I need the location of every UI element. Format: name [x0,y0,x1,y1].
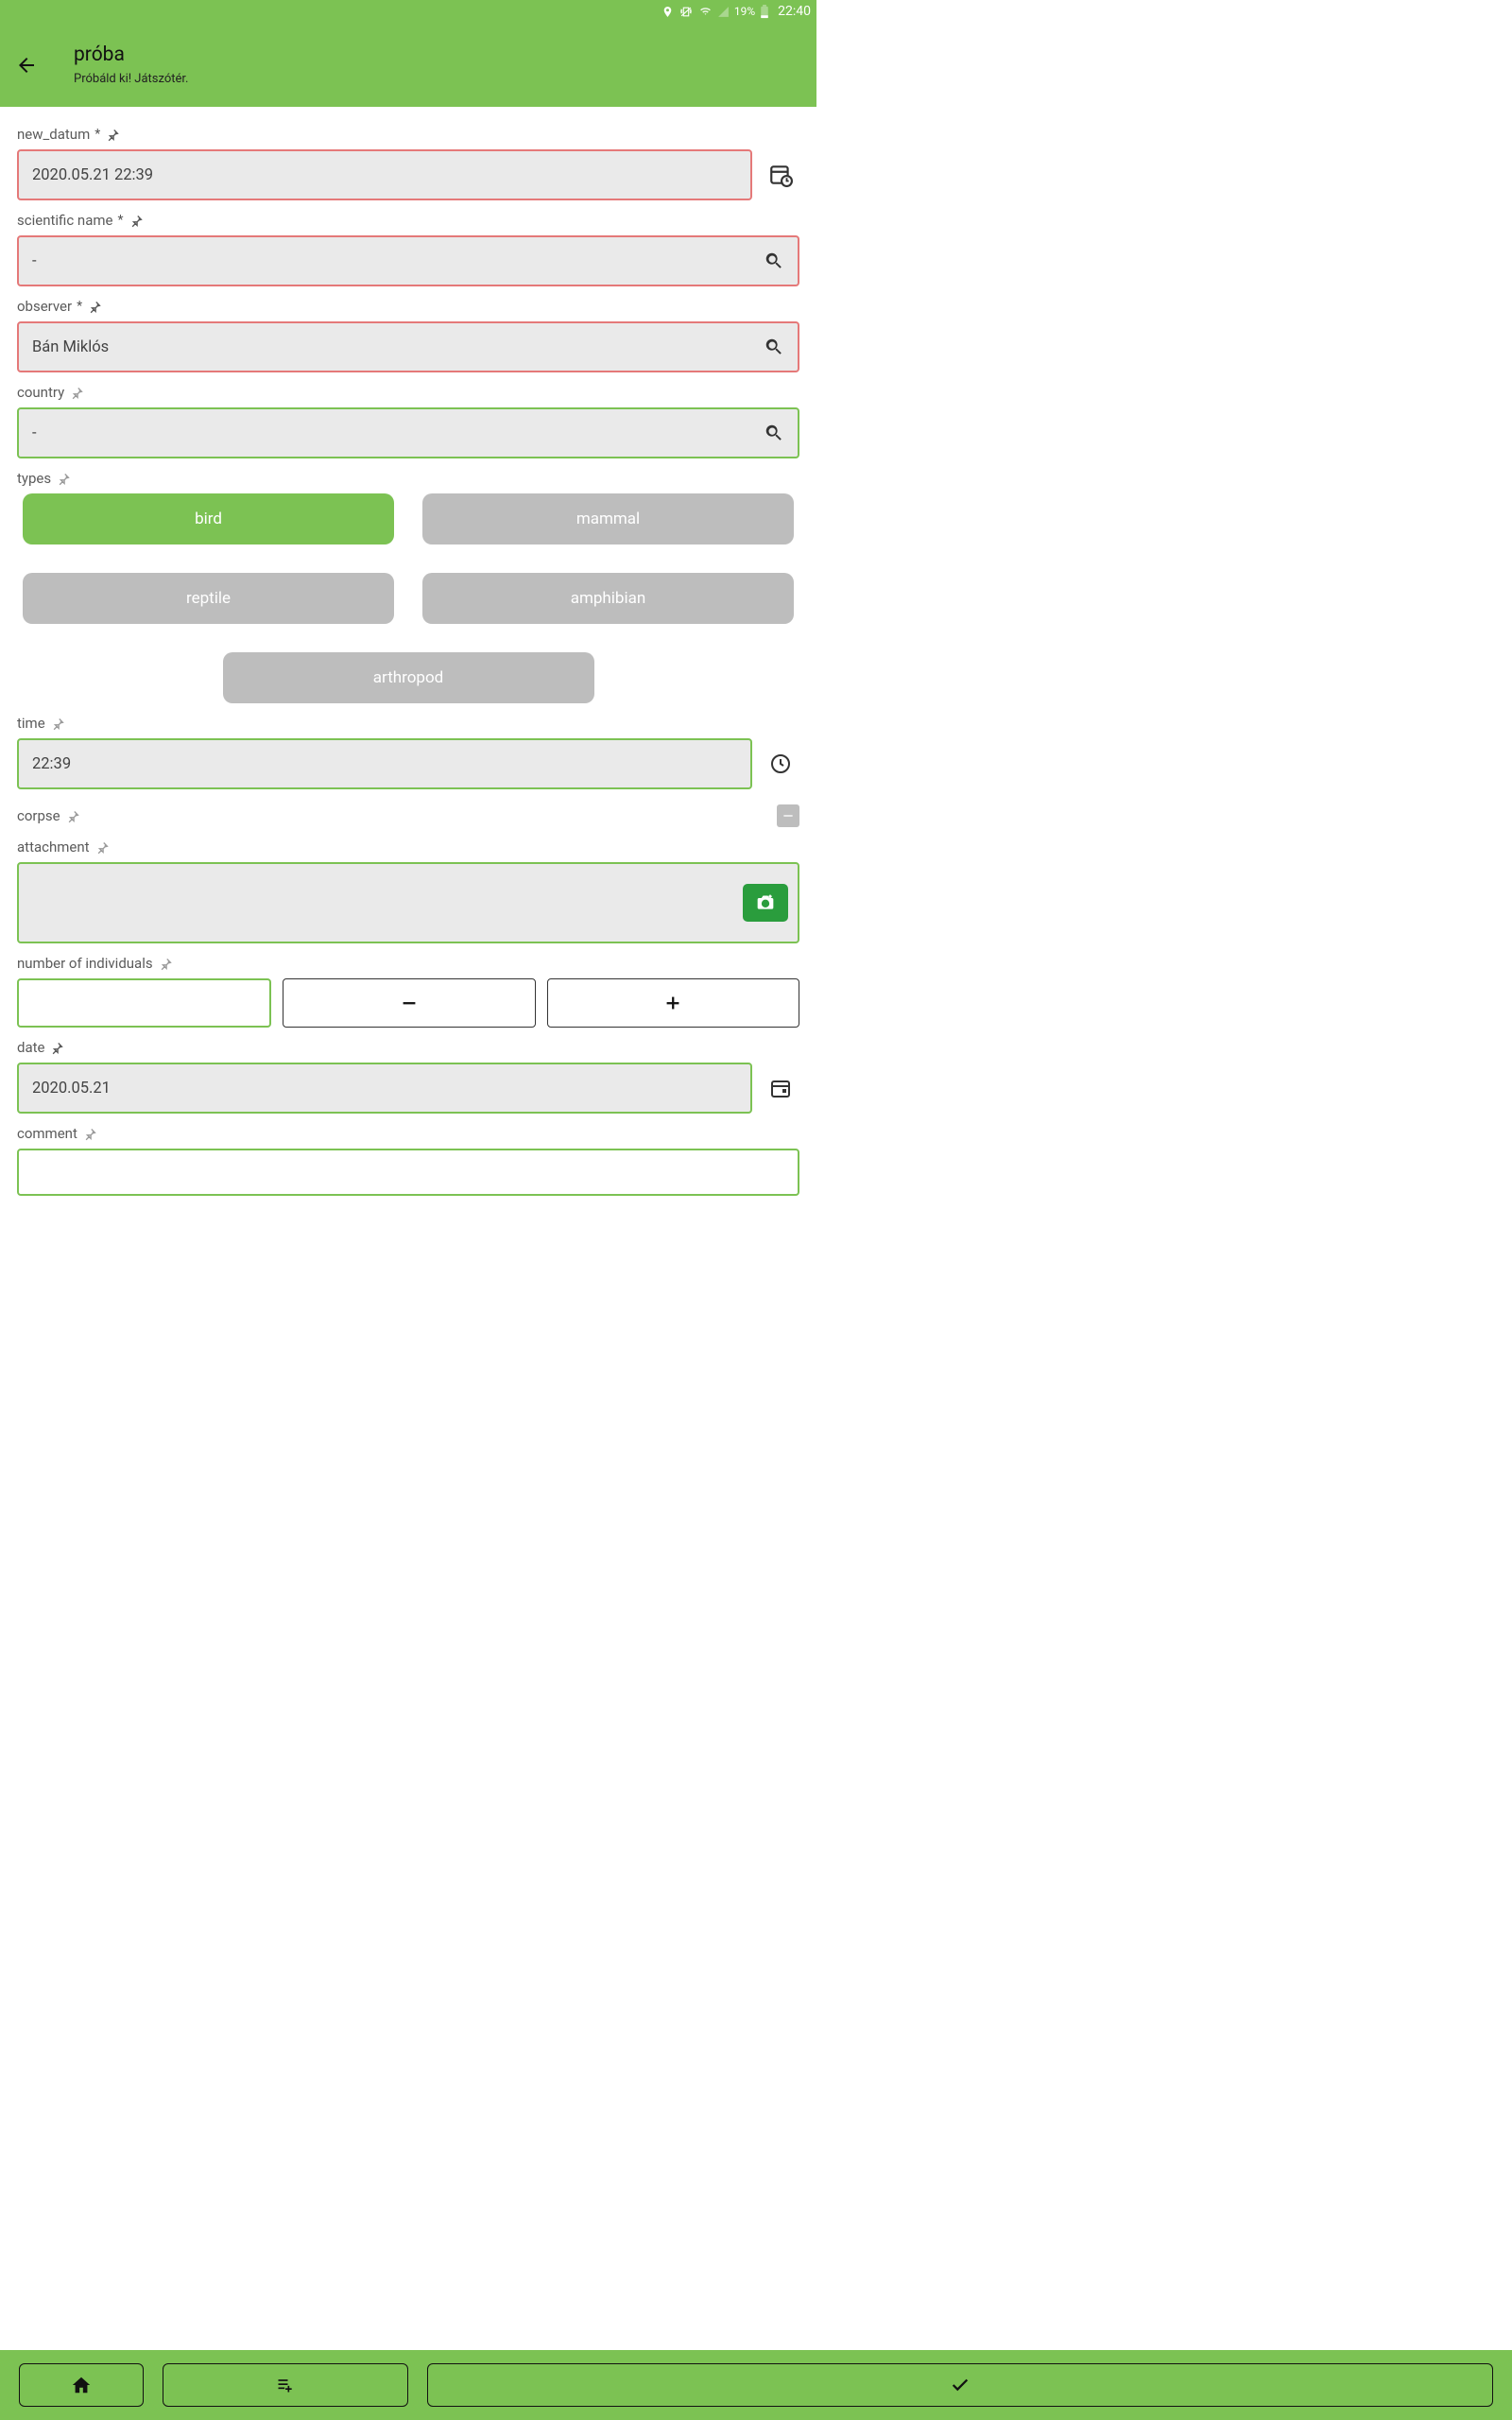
types-chip-group: bird mammal reptile amphibian arthropod [17,493,799,703]
label-new-datum: new_datum* [17,126,799,143]
label-noi: number of individuals [17,955,799,972]
pin-icon[interactable] [106,128,120,142]
page-title: próba [74,43,188,66]
date-picker-button[interactable] [762,1077,799,1099]
signal-icon [717,6,730,18]
bottom-bar [0,2350,1512,2420]
label-corpse: corpse [17,807,80,824]
pin-icon[interactable] [129,214,144,228]
page-subtitle: Próbáld ki! Játszótér. [74,72,188,86]
new-datum-input[interactable]: 2020.05.21 22:39 [17,149,752,200]
label-comment: comment [17,1125,799,1142]
pin-icon[interactable] [95,840,110,855]
time-picker-button[interactable] [762,752,799,775]
submit-button[interactable] [427,2363,1493,2407]
app-bar: próba Próbáld ki! Játszótér. [0,23,816,107]
country-input[interactable]: - [17,407,799,458]
scientific-name-value: - [32,252,37,270]
pin-icon[interactable] [88,300,102,314]
location-icon [662,6,674,18]
back-button[interactable] [11,50,42,80]
type-chip-amphibian[interactable]: amphibian [422,573,794,624]
noi-minus-button[interactable] [283,978,535,1028]
battery-percent: 19% [734,5,755,18]
status-bar: 19% 22:40 [0,0,816,23]
scientific-name-input[interactable]: - [17,235,799,286]
label-country: country [17,384,799,401]
pin-icon[interactable] [83,1127,97,1141]
noi-value[interactable] [17,978,271,1028]
new-datum-value: 2020.05.21 22:39 [32,166,153,184]
time-value: 22:39 [32,755,71,773]
form-body: new_datum* 2020.05.21 22:39 scientific n… [0,107,816,1243]
attachment-box[interactable] [17,862,799,943]
label-types: types [17,470,799,487]
type-chip-bird[interactable]: bird [23,493,394,544]
datetime-picker-button[interactable] [762,163,799,187]
pin-icon[interactable] [50,1041,64,1055]
wifi-icon [698,6,713,18]
search-icon[interactable] [764,337,784,357]
label-scientific-name: scientific name* [17,212,799,229]
pin-icon[interactable] [57,472,71,486]
status-clock: 22:40 [778,4,811,19]
pin-icon[interactable] [159,957,173,971]
vibrate-icon [679,6,694,18]
label-observer: observer* [17,298,799,315]
camera-button[interactable] [743,884,788,922]
search-icon[interactable] [764,423,784,443]
pin-icon[interactable] [70,386,84,400]
label-time: time [17,715,799,732]
search-icon[interactable] [764,251,784,271]
label-attachment: attachment [17,838,799,856]
battery-icon [760,5,769,19]
comment-input[interactable] [17,1149,799,1196]
pin-icon[interactable] [51,717,65,731]
country-value: - [32,424,37,442]
observer-input[interactable]: Bán Miklós [17,321,799,372]
corpse-toggle[interactable] [777,804,799,827]
type-chip-arthropod[interactable]: arthropod [223,652,594,703]
add-list-button[interactable] [163,2363,408,2407]
noi-plus-button[interactable] [547,978,799,1028]
time-input[interactable]: 22:39 [17,738,752,789]
date-input[interactable]: 2020.05.21 [17,1063,752,1114]
observer-value: Bán Miklós [32,338,109,356]
type-chip-reptile[interactable]: reptile [23,573,394,624]
label-date: date [17,1039,799,1056]
date-value: 2020.05.21 [32,1080,111,1098]
pin-icon[interactable] [66,809,80,823]
home-button[interactable] [19,2363,144,2407]
type-chip-mammal[interactable]: mammal [422,493,794,544]
